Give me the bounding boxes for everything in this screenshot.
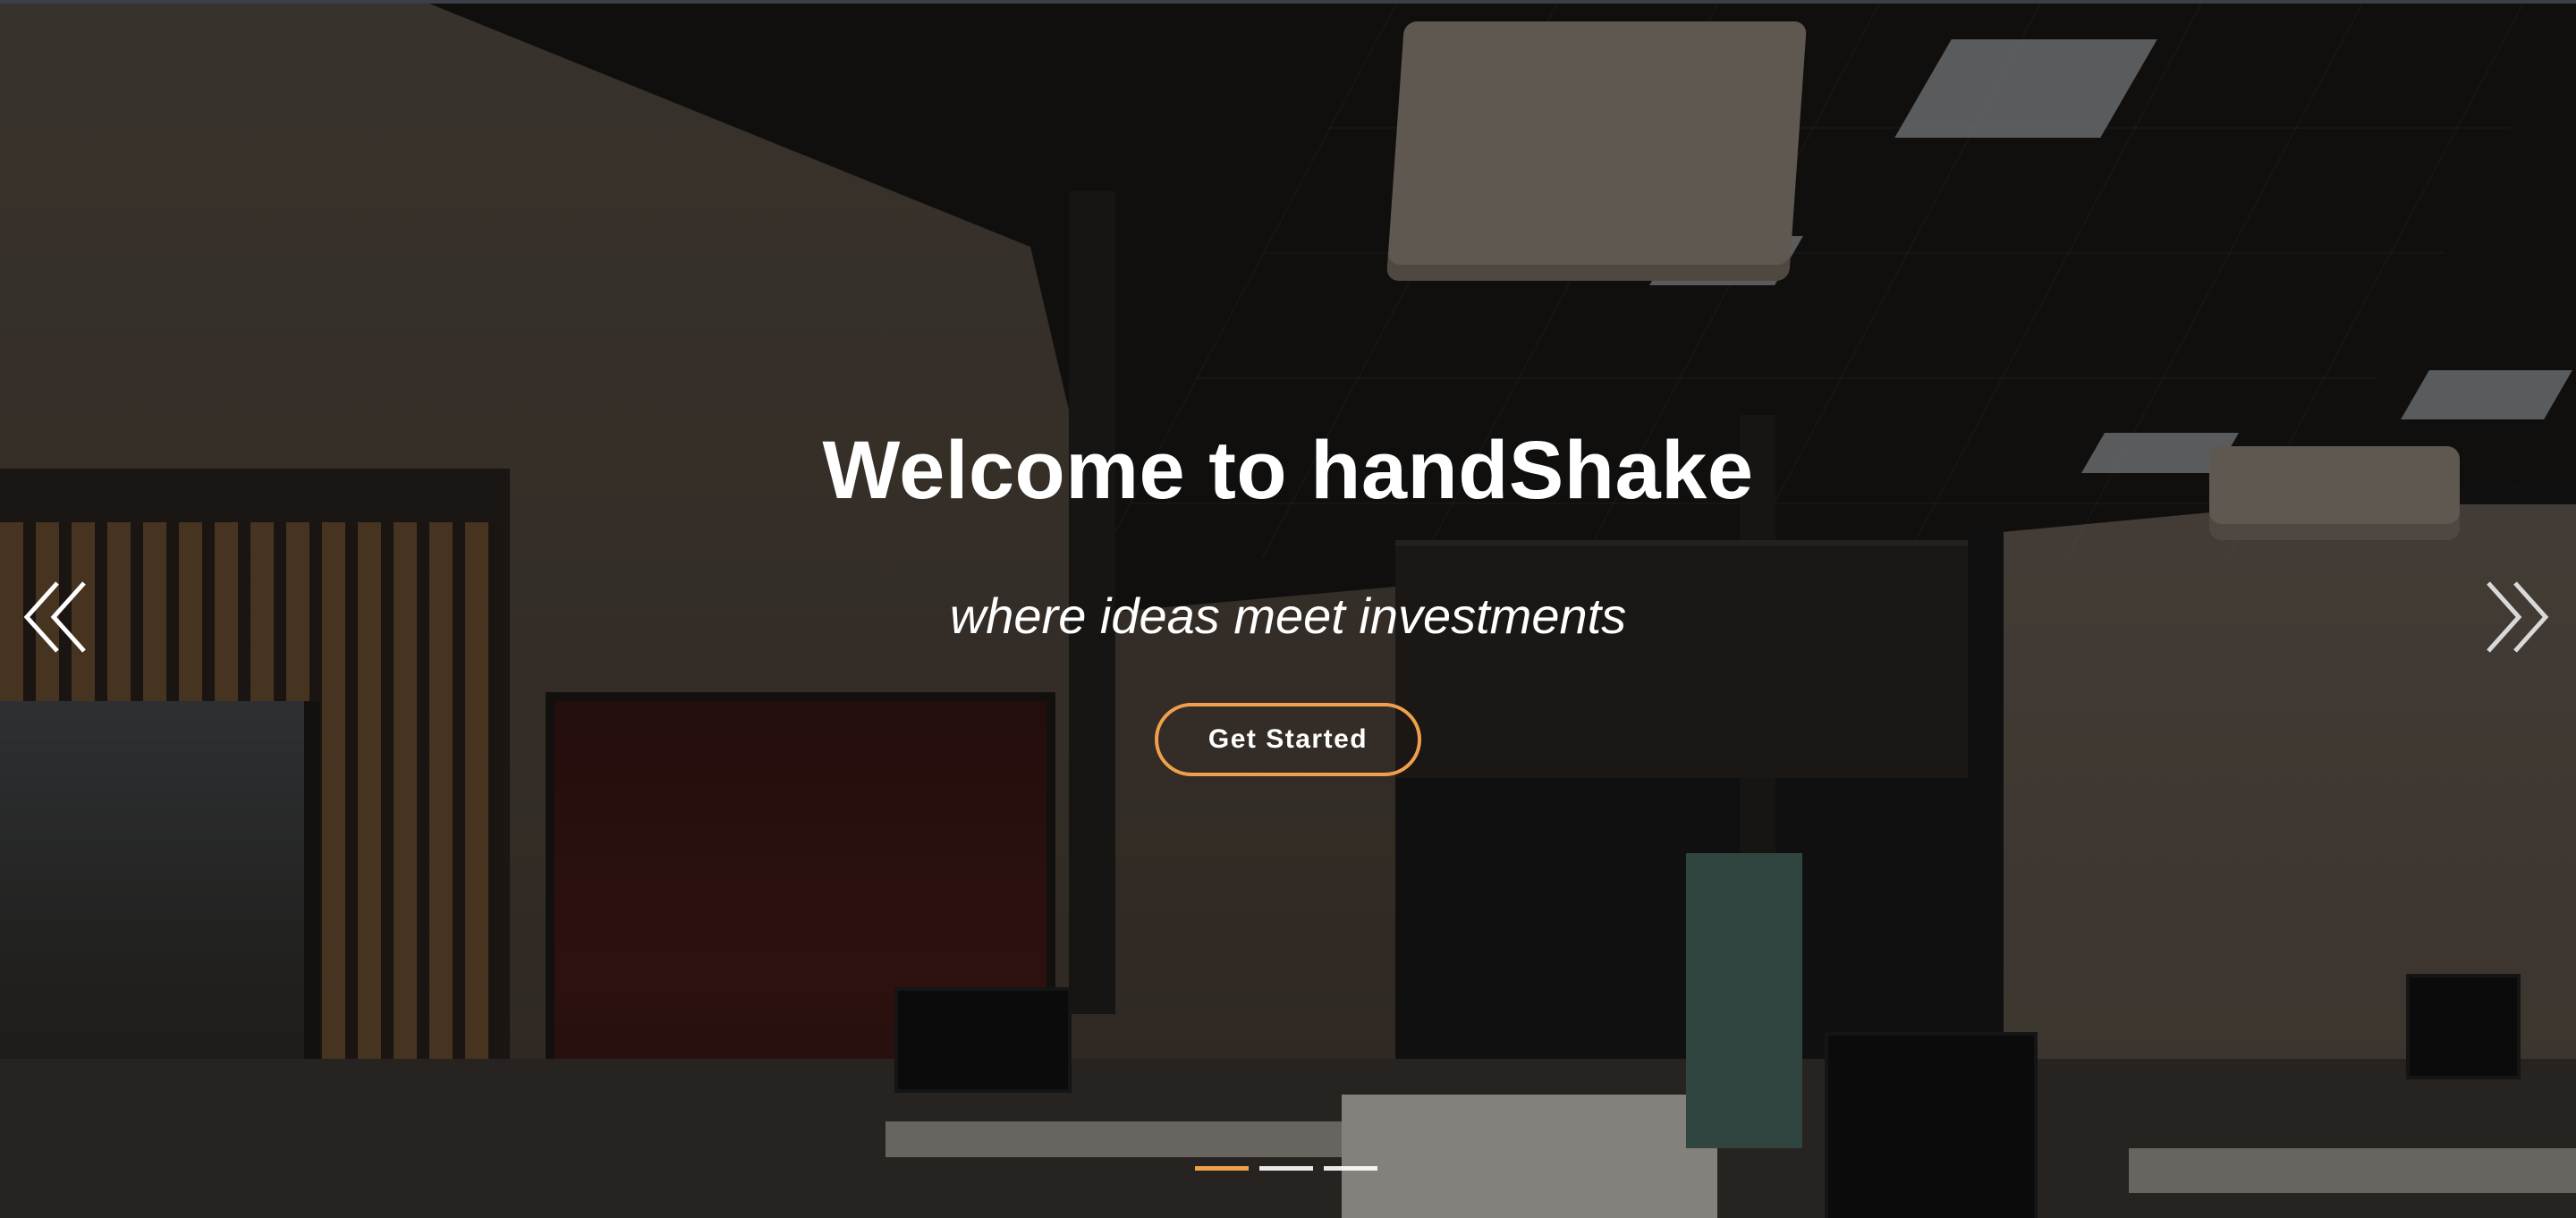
carousel-prev-button[interactable] [21, 572, 93, 662]
carousel-indicator-3[interactable] [1324, 1166, 1377, 1171]
chevron-double-right-icon [2487, 581, 2549, 653]
hero-title: Welcome to handShake [822, 425, 1754, 516]
chevron-double-left-icon [23, 581, 86, 653]
carousel-indicators [1195, 1166, 1377, 1171]
hero-content: Welcome to handShake where ideas meet in… [0, 4, 2576, 1218]
carousel-next-button[interactable] [2479, 572, 2551, 662]
hero-carousel: Welcome to handShake where ideas meet in… [0, 0, 2576, 1218]
carousel-indicator-1[interactable] [1195, 1166, 1249, 1171]
get-started-button[interactable]: Get Started [1155, 703, 1421, 776]
hero-subtitle: where ideas meet investments [949, 588, 1627, 644]
carousel-indicator-2[interactable] [1259, 1166, 1313, 1171]
